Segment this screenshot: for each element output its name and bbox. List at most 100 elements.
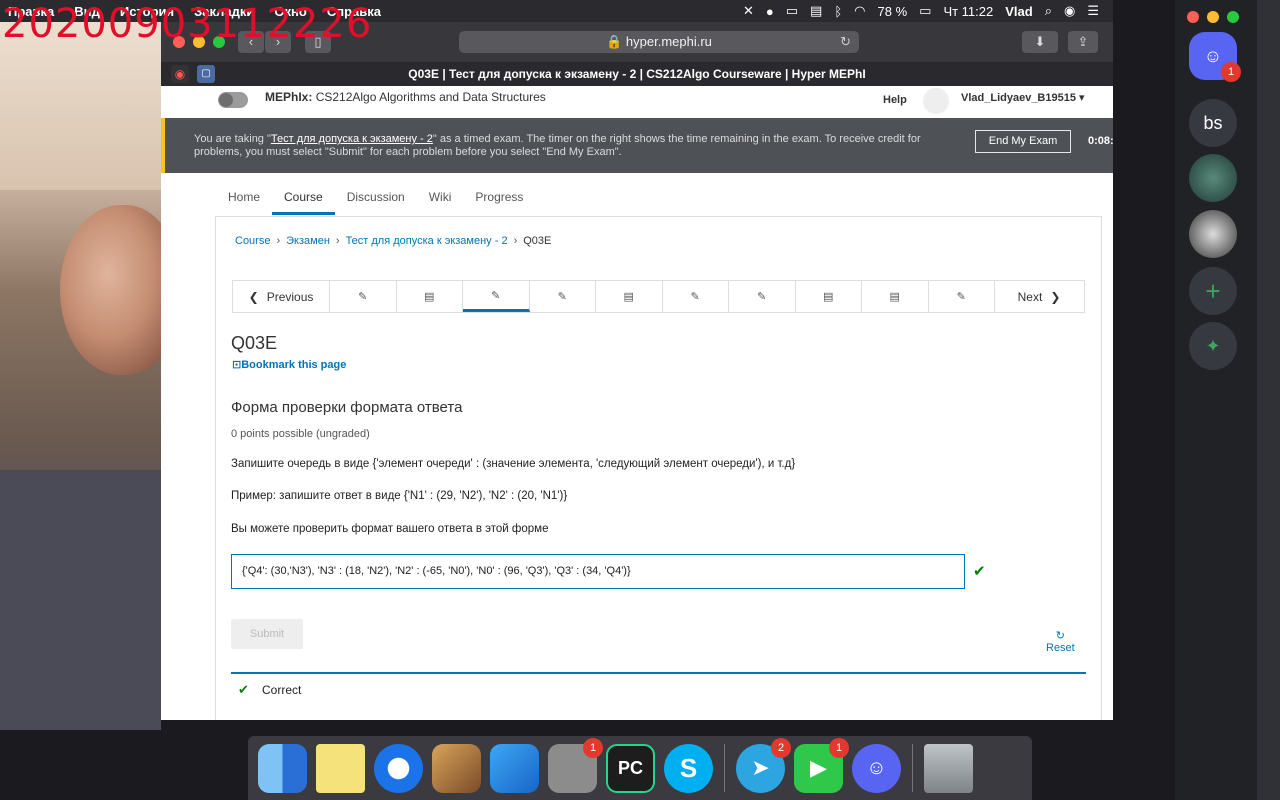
share-icon[interactable]: ⇪ <box>1068 31 1098 53</box>
answer-input[interactable]: {'Q4': (30,'N3'), 'N3' : (18, 'N2'), 'N2… <box>231 554 965 589</box>
breadcrumb-section[interactable]: Экзамен <box>286 235 330 247</box>
reset-button[interactable]: ↻ Reset <box>1046 629 1075 654</box>
discord-minimize-button[interactable] <box>1207 11 1219 23</box>
correct-check-icon: ✔ <box>238 682 249 697</box>
tab-home[interactable]: Home <box>216 181 272 215</box>
discord-server-avatar[interactable] <box>1189 154 1237 202</box>
tab-progress[interactable]: Progress <box>463 181 535 215</box>
address-url: hyper.mephi.ru <box>625 34 712 49</box>
user-avatar[interactable] <box>923 88 949 114</box>
garageband-icon[interactable] <box>432 743 481 793</box>
discord-channel-panel <box>1257 0 1280 800</box>
active-tab-title[interactable]: Q03E | Тест для допуска к экзамену - 2 |… <box>408 67 865 81</box>
menu-toggle[interactable] <box>218 92 248 108</box>
bookmark-label: Bookmark this page <box>241 359 347 371</box>
edit-icon: ✎ <box>956 291 966 303</box>
menubar-user[interactable]: Vlad <box>1005 4 1032 19</box>
pinned-tab-icon-2[interactable]: ▢ <box>197 65 215 83</box>
tab-bar: ◉ ▢ Q03E | Тест для допуска к экзамену -… <box>161 62 1113 86</box>
pycharm-icon[interactable]: PC <box>606 743 655 793</box>
telegram-icon[interactable]: ➤ 2 <box>736 737 791 793</box>
dock-separator <box>724 744 725 792</box>
dock-separator <box>912 744 913 792</box>
discord-icon[interactable]: ☺ <box>852 743 901 793</box>
previous-button[interactable]: ❮ Previous <box>233 281 330 312</box>
spotlight-search-icon[interactable]: ⌕ <box>1045 3 1052 19</box>
next-label: Next <box>1017 289 1043 304</box>
facetime-icon[interactable]: ▶ 1 <box>794 737 849 793</box>
breadcrumb: Course › Экзамен › Тест для допуска к эк… <box>235 235 551 247</box>
bookmark-button[interactable]: ⊡Bookmark this page <box>232 358 346 371</box>
username-label: Vlad_Lidyaev_B19515 <box>961 92 1076 104</box>
course-name: CS212Algo Algorithms and Data Structures <box>315 90 546 104</box>
reset-label: Reset <box>1046 642 1075 654</box>
system-preferences-icon[interactable]: 1 <box>548 737 603 793</box>
next-button[interactable]: Next ❯ <box>995 281 1083 312</box>
reload-icon[interactable]: ↻ <box>840 31 851 53</box>
notification-icon[interactable]: ● <box>766 4 774 19</box>
edit-icon: ✎ <box>690 291 700 303</box>
discord-close-button[interactable] <box>1187 11 1199 23</box>
sequence-unit-4[interactable]: ✎ <box>530 281 596 312</box>
web-page: MEPhIx: CS212Algo Algorithms and Data St… <box>161 86 1113 720</box>
notification-center-icon[interactable]: ☰ <box>1087 3 1099 19</box>
sequence-unit-2[interactable]: ▤ <box>397 281 463 312</box>
battery-status[interactable]: 78 % <box>878 4 908 19</box>
menubar-clock[interactable]: Чт 11:22 <box>943 4 993 19</box>
display-icon[interactable]: ▭ <box>786 3 798 19</box>
tab-wiki[interactable]: Wiki <box>417 181 464 215</box>
add-server-icon[interactable]: + <box>1189 267 1237 315</box>
tab-course[interactable]: Course <box>272 181 335 215</box>
refresh-icon: ↻ <box>1055 630 1065 642</box>
notes-icon[interactable] <box>316 743 365 793</box>
tab-discussion[interactable]: Discussion <box>335 181 417 215</box>
sequence-unit-1[interactable]: ✎ <box>330 281 397 312</box>
discord-server-avatar-2[interactable] <box>1189 210 1237 258</box>
wifi-icon[interactable]: ◠ <box>854 3 865 19</box>
exam-timer: 0:08: <box>1088 135 1113 147</box>
breadcrumb-subsection[interactable]: Тест для допуска к экзамену - 2 <box>346 235 508 247</box>
discord-server-bs[interactable]: bs <box>1189 99 1237 147</box>
breadcrumb-course[interactable]: Course <box>235 235 270 247</box>
breadcrumb-current: Q03E <box>523 235 552 247</box>
bluetooth-icon[interactable]: ᛒ <box>834 4 842 19</box>
chevron-right-icon: › <box>276 235 281 247</box>
sequence-unit-10[interactable]: ✎ <box>929 281 995 312</box>
finder-icon[interactable] <box>258 743 307 793</box>
course-content: Course › Экзамен › Тест для допуска к эк… <box>215 216 1102 720</box>
discord-home-icon[interactable]: ☺ 1 <box>1189 32 1241 82</box>
safari-icon[interactable] <box>374 743 423 793</box>
sequence-unit-5[interactable]: ▤ <box>596 281 663 312</box>
unit-title: Q03E <box>231 333 278 353</box>
address-bar[interactable]: 🔒 hyper.mephi.ru ↻ <box>459 31 859 53</box>
chevron-down-icon: ▾ <box>1079 92 1085 104</box>
keyboard-flag-icon[interactable]: ▤ <box>810 3 822 19</box>
course-title: MEPhIx: CS212Algo Algorithms and Data St… <box>265 90 546 104</box>
submit-button[interactable]: Submit <box>231 619 303 649</box>
sequence-unit-7[interactable]: ✎ <box>729 281 796 312</box>
siri-icon[interactable]: ◉ <box>1064 3 1075 19</box>
timestamp-overlay: 20200903112226 <box>2 1 373 47</box>
trash-icon[interactable] <box>924 743 973 793</box>
sequence-unit-8[interactable]: ▤ <box>796 281 862 312</box>
book-icon: ▤ <box>889 291 900 303</box>
skype-icon[interactable]: S <box>664 743 713 793</box>
downloads-icon[interactable]: ⬇ <box>1022 31 1058 53</box>
pinned-tab-icon[interactable]: ◉ <box>171 65 189 83</box>
chevron-left-icon: ❮ <box>248 289 259 304</box>
webcam-person-shirt <box>0 470 161 730</box>
sequence-unit-9[interactable]: ▤ <box>862 281 929 312</box>
chevron-right-icon: › <box>513 235 518 247</box>
end-exam-button[interactable]: End My Exam <box>975 130 1071 153</box>
discord-zoom-button[interactable] <box>1227 11 1239 23</box>
username-dropdown[interactable]: Vlad_Lidyaev_B19515 ▾ <box>961 91 1085 104</box>
xcode-icon[interactable] <box>490 743 539 793</box>
course-tabs: Home Course Discussion Wiki Progress <box>216 181 535 215</box>
sequence-unit-3[interactable]: ✎ <box>463 281 530 312</box>
sequence-unit-6[interactable]: ✎ <box>663 281 729 312</box>
help-link[interactable]: Help <box>883 94 907 106</box>
exam-link[interactable]: Тест для допуска к экзамену - 2 <box>271 133 433 145</box>
explore-servers-icon[interactable]: ✦ <box>1189 322 1237 370</box>
lock-icon: 🔒 <box>606 34 623 49</box>
tool-icon[interactable]: ✕ <box>743 3 754 19</box>
